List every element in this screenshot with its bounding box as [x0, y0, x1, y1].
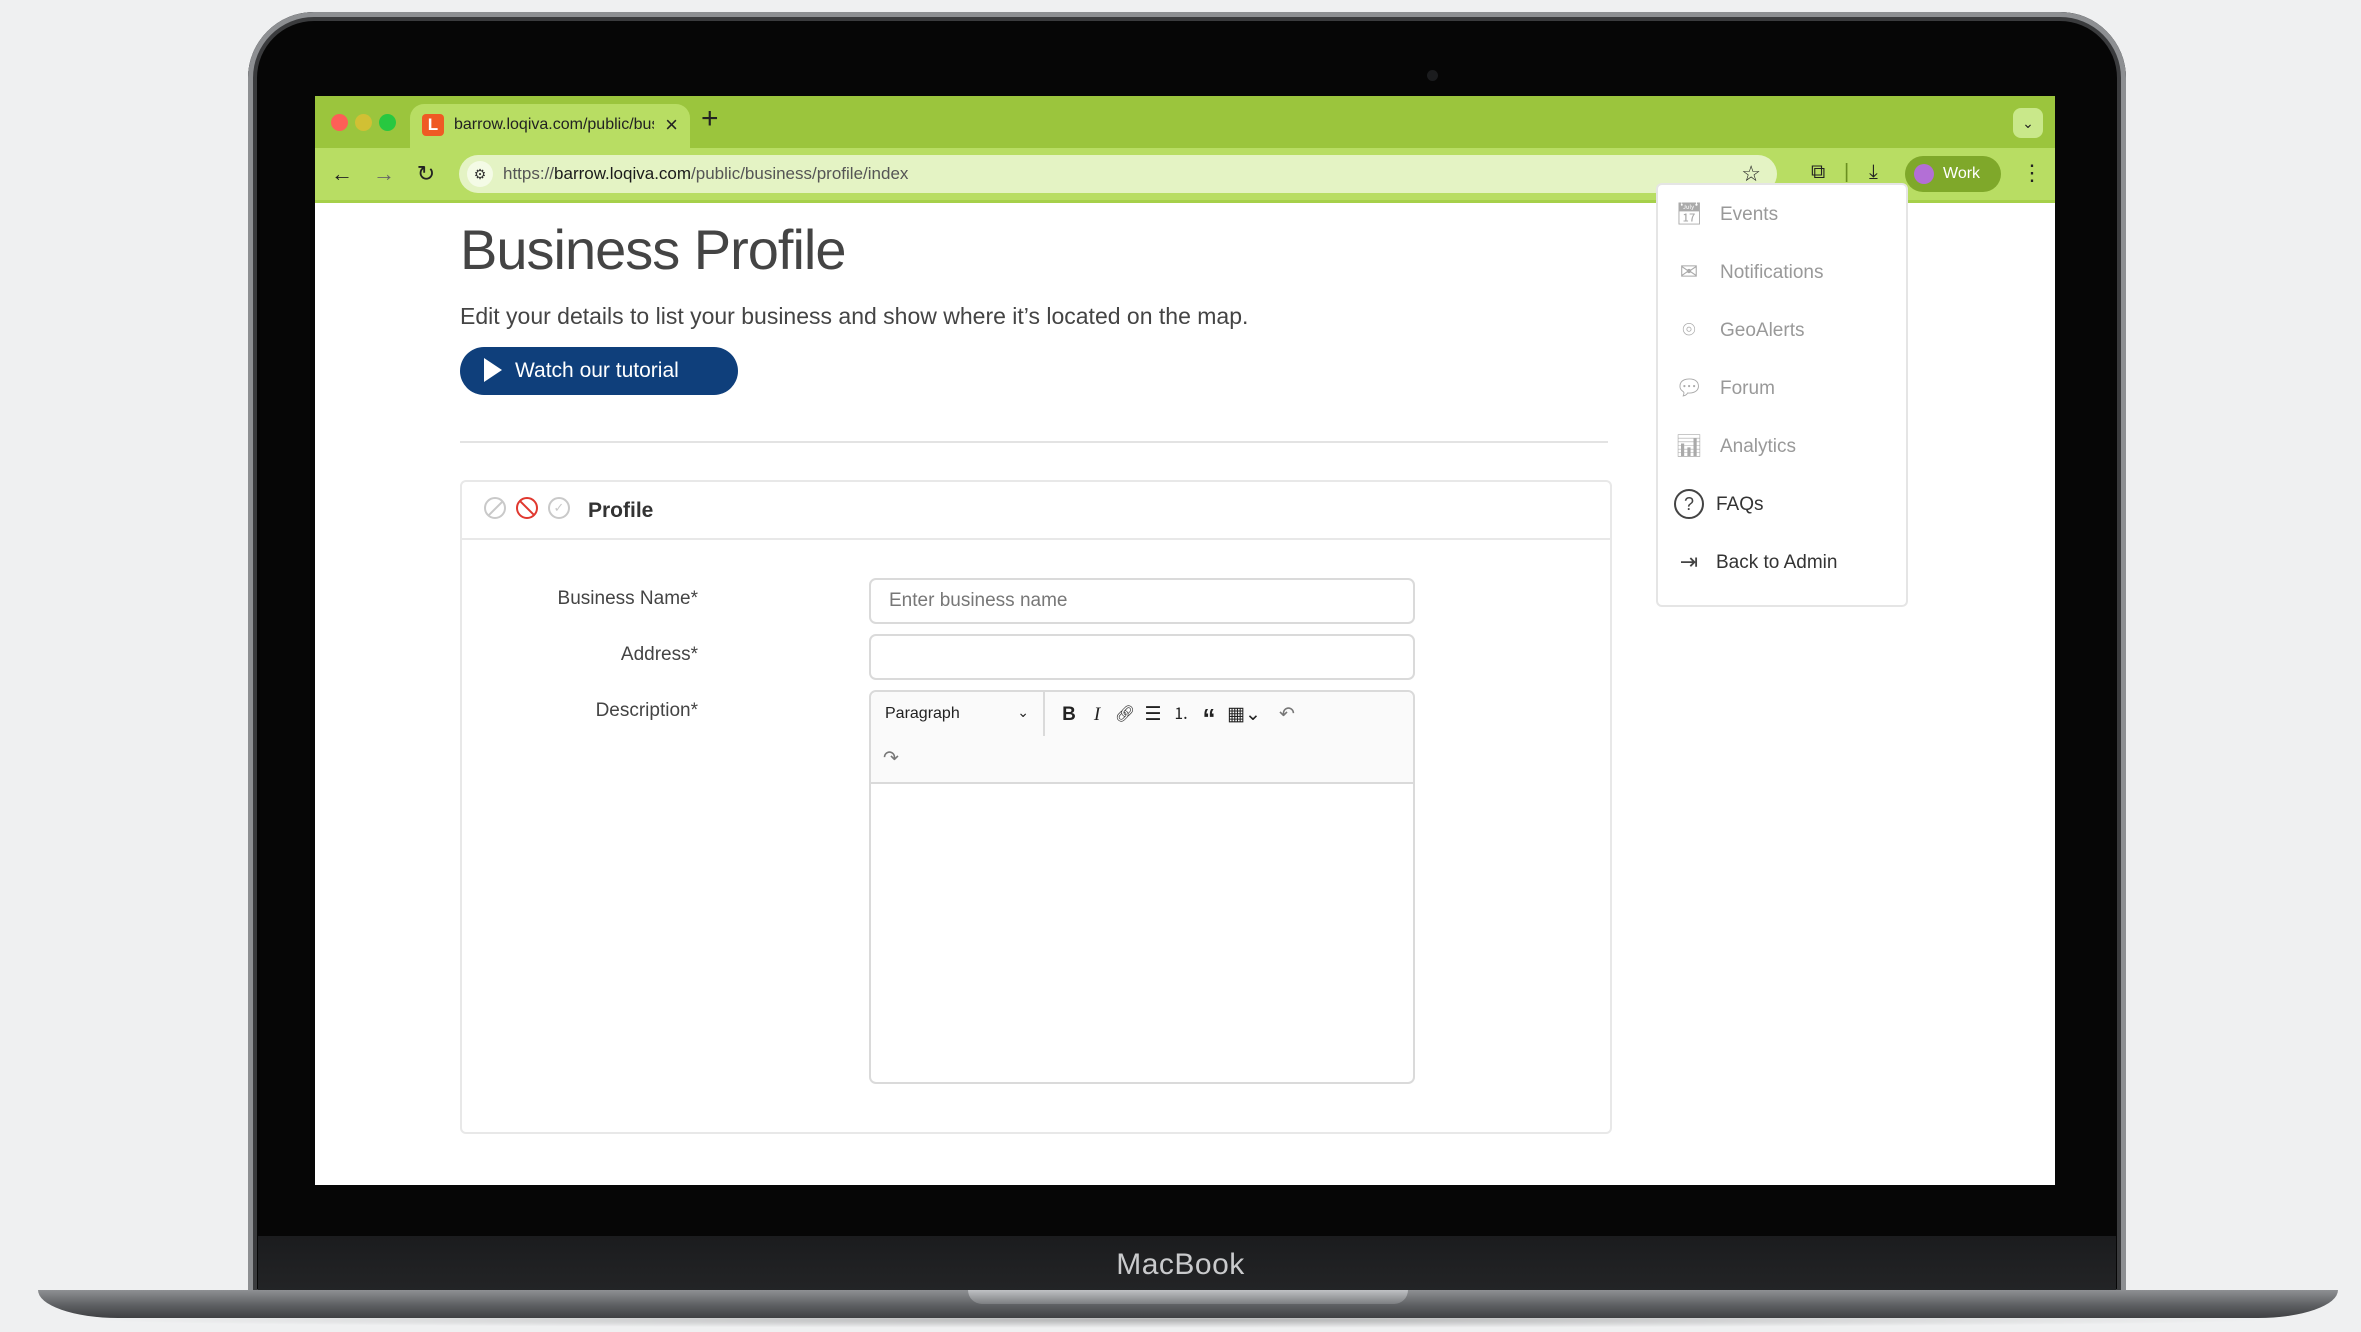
- forward-icon[interactable]: →: [369, 160, 399, 188]
- page-subtitle: Edit your details to list your business …: [460, 303, 1249, 329]
- url-path: /public/business/profile/index: [691, 164, 909, 183]
- calendar-icon: 📅︎: [1675, 201, 1703, 226]
- undo-icon[interactable]: ↶: [1273, 703, 1301, 727]
- address-bar[interactable]: ⚙ https://barrow.loqiva.com/public/busin…: [459, 155, 1777, 193]
- map-pin-icon: ⌾: [1682, 317, 1696, 342]
- profile-card: ✓ Profile Business Name* Address* Descri…: [460, 480, 1612, 1134]
- exit-icon: ⇥: [1679, 549, 1699, 574]
- sidebar-item-notifications[interactable]: ✉ Notifications: [1674, 253, 1904, 293]
- sidebar-item-label: FAQs: [1716, 494, 1764, 515]
- table-icon[interactable]: ▦⌄: [1223, 703, 1265, 727]
- sidebar-item-label: Forum: [1720, 378, 1775, 399]
- sidebar-item-label: Back to Admin: [1716, 552, 1838, 573]
- browser-tab[interactable]: L barrow.loqiva.com/public/bus ×: [410, 104, 690, 148]
- site-info-icon[interactable]: ⚙: [467, 161, 493, 187]
- maximize-window-button[interactable]: [379, 114, 396, 131]
- avatar: [1914, 164, 1934, 184]
- close-window-button[interactable]: [331, 114, 348, 131]
- tab-strip: L barrow.loqiva.com/public/bus × + ⌄: [315, 96, 2055, 148]
- description-editor: Paragraph ⌄ B I 🔗︎ ☰ ⒈ “ ▦⌄ ↶ ↷: [869, 690, 1415, 1084]
- tab-title: barrow.loqiva.com/public/bus: [454, 116, 654, 133]
- address-input[interactable]: [869, 634, 1415, 680]
- italic-icon[interactable]: I: [1083, 703, 1111, 727]
- screen: L barrow.loqiva.com/public/bus × + ⌄ ← →…: [315, 96, 2055, 1185]
- tab-search-icon[interactable]: ⌄: [2013, 108, 2043, 138]
- page-title: Business Profile: [460, 218, 847, 281]
- sidebar-menu: 📅︎ Events ✉ Notifications ⌾ GeoAlerts 💬︎…: [1656, 183, 1908, 607]
- envelope-icon: ✉: [1679, 259, 1699, 284]
- profile-card-title: Profile: [588, 499, 654, 522]
- url-scheme: https://: [503, 164, 555, 183]
- link-icon[interactable]: 🔗︎: [1111, 703, 1139, 727]
- redo-icon[interactable]: ↷: [877, 747, 905, 771]
- chevron-down-icon: ⌄: [1017, 704, 1029, 720]
- sidebar-item-analytics[interactable]: 📊︎ Analytics: [1674, 427, 1904, 467]
- business-name-label: Business Name*: [557, 588, 698, 609]
- watch-tutorial-button[interactable]: Watch our tutorial: [460, 347, 738, 395]
- new-tab-icon[interactable]: +: [701, 102, 719, 136]
- bulleted-list-icon[interactable]: ☰: [1139, 703, 1167, 727]
- watch-tutorial-label: Watch our tutorial: [515, 359, 679, 382]
- bold-icon[interactable]: B: [1055, 703, 1083, 727]
- minimize-window-button[interactable]: [355, 114, 372, 131]
- editor-toolbar: Paragraph ⌄ B I 🔗︎ ☰ ⒈ “ ▦⌄ ↶ ↷: [871, 692, 1413, 784]
- check-icon: ✓: [548, 497, 570, 519]
- profile-button[interactable]: Work: [1905, 156, 2001, 192]
- close-tab-icon[interactable]: ×: [665, 112, 678, 138]
- browser-menu-icon[interactable]: ⋮: [2021, 160, 2043, 186]
- block-format-select[interactable]: Paragraph ⌄: [871, 692, 1045, 736]
- numbered-list-icon[interactable]: ⒈: [1167, 703, 1195, 727]
- sidebar-item-faqs[interactable]: ? FAQs: [1674, 485, 1904, 525]
- extensions-icon[interactable]: ⧉: [1811, 161, 1825, 184]
- url-text[interactable]: https://barrow.loqiva.com/public/busines…: [503, 164, 908, 184]
- back-icon[interactable]: ←: [327, 160, 357, 188]
- sidebar-item-label: Events: [1720, 204, 1779, 225]
- description-editor-body[interactable]: [871, 784, 1413, 1082]
- section-divider: [460, 441, 1608, 443]
- blockquote-icon[interactable]: “: [1195, 703, 1223, 733]
- error-icon: [516, 497, 538, 519]
- none-icon: [484, 497, 506, 519]
- block-format-label: Paragraph: [885, 705, 960, 722]
- business-name-input[interactable]: [869, 578, 1415, 624]
- profile-label: Work: [1943, 165, 1981, 182]
- bar-chart-icon: 📊︎: [1675, 433, 1703, 458]
- toolbar-separator: |: [1844, 161, 1850, 183]
- play-icon: [484, 358, 502, 382]
- sidebar-item-label: Notifications: [1720, 262, 1824, 283]
- question-icon: ?: [1674, 489, 1704, 519]
- sidebar-item-geoalerts[interactable]: ⌾ GeoAlerts: [1674, 311, 1904, 351]
- reload-icon[interactable]: ↻: [411, 160, 441, 188]
- sidebar-item-label: Analytics: [1720, 436, 1797, 457]
- sidebar-item-back-to-admin[interactable]: ⇥ Back to Admin: [1674, 543, 1904, 583]
- sidebar-item-forum[interactable]: 💬︎ Forum: [1674, 369, 1904, 409]
- address-label: Address*: [620, 644, 698, 665]
- profile-card-header[interactable]: ✓ Profile: [462, 482, 1610, 540]
- camera-icon: [1427, 70, 1438, 81]
- sidebar-item-label: GeoAlerts: [1720, 320, 1805, 341]
- page-content: Business Profile Edit your details to li…: [315, 183, 2055, 1185]
- device-brand: MacBook: [1116, 1248, 1245, 1281]
- favicon-icon: L: [422, 114, 444, 136]
- url-host: barrow.loqiva.com: [554, 164, 692, 183]
- sidebar-item-events[interactable]: 📅︎ Events: [1674, 195, 1904, 235]
- download-icon[interactable]: ⤓: [1869, 161, 1878, 184]
- chat-icon: 💬︎: [1675, 375, 1703, 400]
- description-label: Description*: [595, 700, 698, 721]
- laptop-notch: [968, 1290, 1408, 1304]
